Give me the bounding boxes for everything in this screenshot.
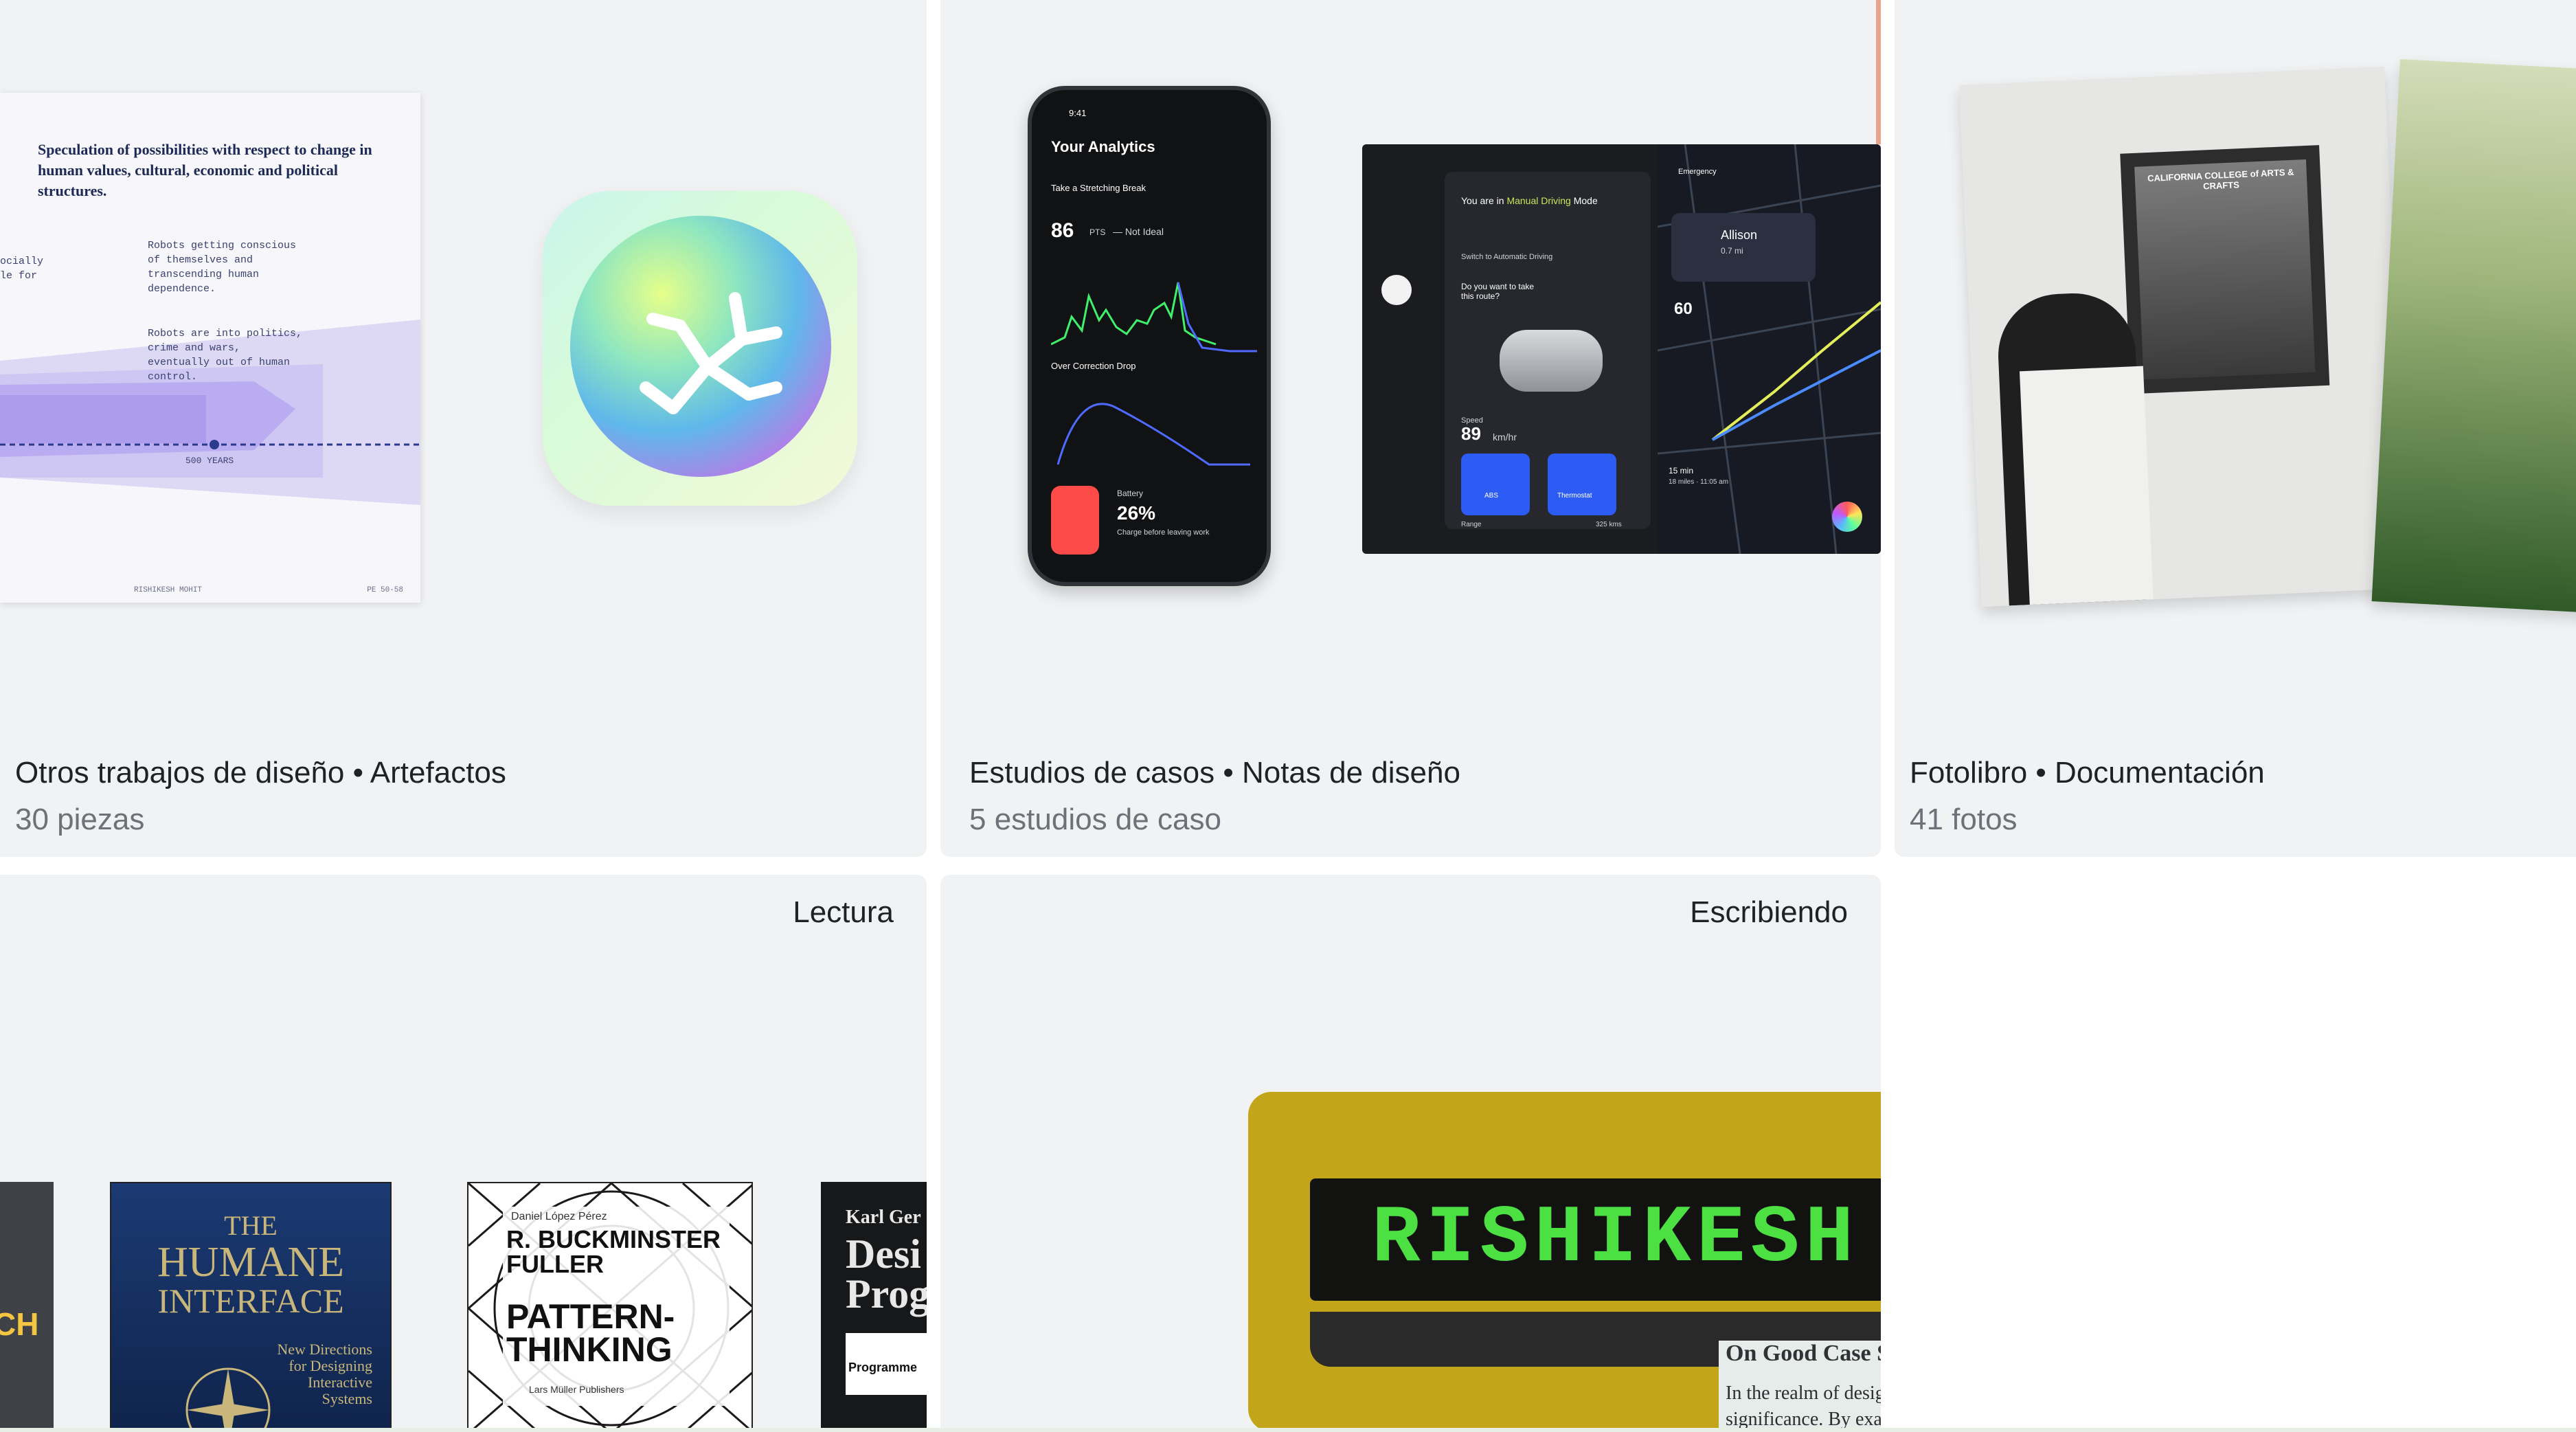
- card-otros-trabajos[interactable]: Speculation of possibilities with respec…: [0, 0, 927, 857]
- home-icon: [1381, 275, 1412, 305]
- emergency-label: Emergency: [1678, 168, 1717, 176]
- photo-park-bicycles: [2371, 59, 2576, 614]
- book-cover-1[interactable]: CH: [0, 1182, 54, 1432]
- book-author: R. BUCKMINSTER FULLER: [506, 1225, 721, 1278]
- book-title: PATTERN-THINKING: [506, 1297, 675, 1369]
- poster-foot-right: PE 50-58: [367, 586, 403, 594]
- accent-bar: [1876, 0, 1881, 144]
- book-author: Karl Ger: [846, 1207, 921, 1228]
- phone-chart-title: Over Correction Drop: [1051, 361, 1136, 371]
- thermostat-tile: Thermostat: [1548, 454, 1616, 515]
- contact-distance: 0.7 mi: [1721, 246, 1743, 256]
- book-cover-humane-interface[interactable]: THE HUMANE INTERFACE New Directions for …: [110, 1182, 392, 1432]
- poster-heading: Speculation of possibilities with respec…: [38, 141, 372, 199]
- card-caption: Estudios de casos • Notas de diseño 5 es…: [969, 752, 1460, 840]
- poster-note-2: Robots are into politics, crime and wars…: [148, 328, 303, 383]
- eta-detail: 18 miles · 11:05 am: [1669, 478, 1729, 486]
- battery-icon: [1051, 486, 1099, 555]
- paper-sheet: On Good Case Studies In the realm of des…: [1719, 1341, 1881, 1432]
- map-panel: Emergency Allison 0.7 mi 60 15 min 18 mi…: [1658, 144, 1881, 554]
- card-count: 5 estudios de caso: [969, 803, 1221, 836]
- contact-card: Allison 0.7 mi: [1671, 213, 1816, 282]
- eta-value: 15 min: [1669, 466, 1694, 476]
- compass-icon: [185, 1367, 271, 1431]
- book-title-sub: INTERFACE: [157, 1282, 344, 1320]
- phone-battery-label: Battery: [1117, 489, 1144, 498]
- poster-image: Speculation of possibilities with respec…: [0, 93, 420, 603]
- paper-heading: On Good Case Studies: [1726, 1341, 1881, 1366]
- driving-mode-suffix: Mode: [1573, 195, 1598, 206]
- book-cover-pattern-thinking[interactable]: Daniel López Pérez R. BUCKMINSTER FULLER…: [467, 1182, 753, 1432]
- driving-mode-prefix: You are in: [1461, 195, 1504, 206]
- book-title-the: THE: [224, 1210, 278, 1241]
- driving-mode-value: Manual Driving: [1506, 195, 1571, 206]
- card-count: 30 piezas: [15, 803, 145, 836]
- phone-time: 9:41: [1069, 108, 1087, 118]
- book-publisher: Lars Müller Publishers: [529, 1384, 624, 1395]
- lcd-text: RISHIKESH: [1372, 1194, 1860, 1285]
- bottom-divider: [0, 1428, 2576, 1432]
- book-title-main: HUMANE: [157, 1239, 345, 1286]
- speed-unit: km/hr: [1493, 432, 1517, 443]
- phone-line-chart: [1051, 282, 1257, 353]
- card-lectura[interactable]: Lectura CH THE HUMANE INTERFACE New Dire…: [0, 875, 927, 1432]
- coral-icon: [640, 292, 782, 414]
- photo-gallery-visitor: CALIFORNIA COLLEGE of ARTS & CRAFTS: [1958, 66, 2408, 607]
- map-graphic: [1658, 144, 1881, 554]
- book-title: Desi Prog: [846, 1231, 927, 1317]
- phone-battery-note: Charge before leaving work: [1117, 528, 1210, 537]
- phone-score-unit: PTS: [1089, 227, 1106, 237]
- speed-value: 89: [1461, 423, 1481, 444]
- dashboard-panel: You are in Manual Driving Mode Switch to…: [1445, 172, 1651, 529]
- card-title[interactable]: Fotolibro • Documentación: [1910, 752, 2265, 794]
- poster-note-1: Robots getting conscious of themselves a…: [148, 240, 297, 295]
- switch-auto: Switch to Automatic Driving: [1461, 253, 1553, 261]
- phone-score-note: — Not Ideal: [1113, 226, 1164, 237]
- range-value: 325 kms: [1596, 521, 1622, 528]
- card-title[interactable]: Otros trabajos de diseño • Artefactos: [15, 752, 506, 794]
- poster-years: 500 YEARS: [185, 456, 234, 466]
- speed-limit: 60: [1674, 300, 1693, 318]
- book-subtitle: New Directions for Designing Interactive…: [277, 1341, 372, 1407]
- car-image: [1500, 330, 1603, 392]
- book-sub: Programme: [848, 1361, 918, 1374]
- driving-mode: You are in Manual Driving Mode: [1461, 195, 1640, 206]
- contact-name: Allison: [1721, 228, 1758, 242]
- orb-graphic: [570, 216, 831, 477]
- phone-battery: 26%: [1117, 502, 1156, 524]
- poster-foot-left: RISHIKESH MOHIT: [134, 586, 203, 594]
- card-caption: Fotolibro • Documentación 41 fotos: [1910, 752, 2265, 840]
- book-author-top: Daniel López Pérez: [511, 1211, 607, 1222]
- paper-body: In the realm of design, the art of st si…: [1726, 1383, 1881, 1430]
- thermostat-label: Thermostat: [1557, 492, 1592, 500]
- poster-left-fragment: ocially le for: [0, 256, 44, 282]
- abs-label: ABS: [1484, 492, 1499, 500]
- card-escribiendo[interactable]: Escribiendo RISHIKESH On Good Case Studi…: [940, 875, 1881, 1432]
- phone-mockup: 9:41 Your Analytics Take a Stretching Br…: [1028, 86, 1271, 586]
- card-label: Lectura: [793, 895, 894, 929]
- assistant-icon: [1832, 502, 1862, 532]
- card-caption: Otros trabajos de diseño • Artefactos 30…: [15, 752, 506, 840]
- book-white-panel: Programme: [846, 1333, 927, 1395]
- visitor-shirt: [2019, 366, 2154, 605]
- phone-title: Your Analytics: [1051, 138, 1155, 155]
- book-cover-design-programmes[interactable]: Karl Ger Desi Prog Programme: [821, 1182, 927, 1432]
- phone-curve-chart: [1057, 403, 1250, 466]
- page: Speculation of possibilities with respec…: [0, 0, 2576, 1432]
- book-title: CH: [0, 1306, 39, 1342]
- card-label: Escribiendo: [1690, 895, 1848, 929]
- car-dashboard-mockup: You are in Manual Driving Mode Switch to…: [1362, 144, 1881, 554]
- range-label: Range: [1461, 521, 1482, 528]
- card-count: 41 fotos: [1910, 803, 2018, 836]
- card-fotolibro[interactable]: CALIFORNIA COLLEGE of ARTS & CRAFTS Foto…: [1895, 0, 2576, 857]
- app-icon: [543, 191, 857, 506]
- framed-photo: CALIFORNIA COLLEGE of ARTS & CRAFTS: [2120, 145, 2330, 394]
- route-question: Do you want to take this route?: [1461, 282, 1535, 301]
- lcd-display: RISHIKESH: [1310, 1178, 1881, 1301]
- abs-tile: ABS: [1461, 454, 1530, 515]
- card-estudios-de-casos[interactable]: 9:41 Your Analytics Take a Stretching Br…: [940, 0, 1881, 857]
- phone-score: 86: [1051, 219, 1074, 242]
- phone-exercise: Take a Stretching Break: [1051, 183, 1146, 193]
- card-title[interactable]: Estudios de casos • Notas de diseño: [969, 752, 1460, 794]
